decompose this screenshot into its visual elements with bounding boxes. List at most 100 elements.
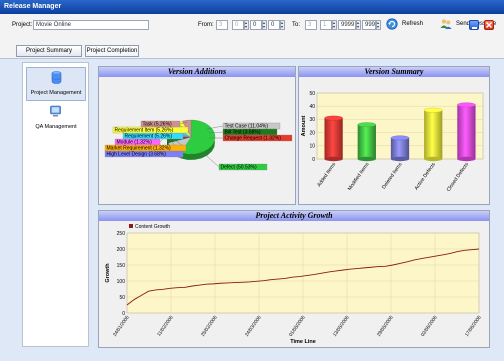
line-y-tick: 50 (119, 295, 125, 301)
from-label: From: (198, 22, 214, 28)
line-y-tick: 100 (117, 279, 126, 285)
refresh-label: Refresh (402, 21, 424, 27)
line-x-tick: 24/03/2006 (244, 314, 263, 337)
pie-label: Defect (50.53%) (221, 165, 257, 171)
line-x-tick: 01/05/2006 (288, 314, 307, 337)
bar (324, 118, 343, 159)
from-year-field[interactable]: 0 (250, 20, 262, 30)
line-y-tick: 150 (117, 263, 126, 269)
line-x-tick: 24/01/2006 (112, 314, 131, 337)
refresh-button[interactable]: Refresh (386, 18, 436, 32)
pie-label: Change Request (1.32%) (225, 136, 282, 142)
to-year-stepper[interactable] (356, 20, 361, 30)
pie-label: Task (5.26%) (143, 122, 173, 128)
bar-base (457, 156, 476, 162)
version-summary-panel: Version Summary 0 10 20 30 40 50 Amount Added I… (298, 66, 490, 205)
bar-base (357, 156, 376, 162)
sidebar: Project Management QA Management (22, 62, 89, 347)
bar-y-tick: 0 (312, 157, 315, 163)
bar (390, 137, 410, 159)
pie-leader-line (200, 150, 220, 168)
line-y-label: Growth (105, 263, 111, 283)
line-x-tick: 29/05/2006 (376, 314, 395, 337)
bar (424, 110, 443, 159)
line-x-tick: 02/06/2006 (420, 314, 439, 337)
bar-category-label: Active Defects (414, 161, 438, 191)
line-y-tick: 0 (122, 311, 125, 317)
legend-label: Content Growth (135, 224, 170, 230)
from-month-field[interactable]: 0 (232, 20, 244, 30)
bar-y-tick: 40 (309, 104, 315, 110)
tab-project-summary[interactable]: Project Summary (16, 45, 82, 57)
sidebar-item-label: Project Management (30, 90, 82, 96)
pie-label: Requirement Item (5.26%) (115, 128, 174, 134)
legend-swatch (129, 224, 133, 228)
from-month-stepper[interactable] (244, 20, 249, 30)
line-y-tick: 250 (117, 231, 126, 237)
bar-y-tick: 20 (309, 130, 315, 136)
bar-y-tick: 50 (309, 91, 315, 97)
refresh-icon (386, 18, 398, 30)
activity-growth-chart: Content Growth 0 50 100 150 200 250 24/01/2006 1… (105, 224, 483, 345)
tab-project-completion[interactable]: Project Completion (85, 45, 139, 57)
activity-growth-title: Project Activity Growth (99, 211, 489, 221)
bar-cap (357, 122, 377, 128)
pie-label: Module (1.32%) (117, 140, 153, 146)
line-x-label: Time Line (290, 339, 316, 345)
to-extra-field[interactable]: 999 (362, 20, 376, 30)
project-label: Project: (12, 22, 33, 28)
bar-category-label: Modified Items (347, 161, 371, 191)
version-additions-panel: Version Additions Defect (50.53%) Test Ca… (98, 66, 296, 205)
bar-base (390, 156, 410, 162)
to-label: To: (292, 22, 301, 28)
version-summary-title: Version Summary (299, 67, 489, 77)
from-day-field[interactable]: 3 (216, 20, 228, 30)
close-icon (486, 22, 492, 28)
bar-cap (390, 135, 410, 141)
bar-base (424, 156, 443, 162)
monitor-icon (50, 105, 61, 117)
minimize-icon (472, 27, 477, 29)
tab-bar: Project Summary Project Completion (0, 44, 504, 59)
database-icon (51, 71, 62, 84)
to-day-field[interactable]: 3 (305, 20, 317, 30)
bar-category-label: Closed Defects (446, 161, 471, 193)
minimize-button[interactable] (469, 20, 479, 30)
bar (457, 104, 476, 159)
pie-label: Requirement (5.26%) (125, 134, 173, 140)
bar-y-label: Amount (301, 115, 307, 136)
line-x-tick: 11/02/2006 (156, 314, 175, 337)
version-additions-title: Version Additions (99, 67, 295, 77)
bar-cap (423, 107, 443, 113)
line-x-tick: 13/05/2006 (332, 314, 351, 337)
from-extra-stepper[interactable] (280, 20, 285, 30)
activity-growth-panel: Project Activity Growth Content Growth 0 5… (98, 210, 490, 348)
to-year-field[interactable]: 9999 (338, 20, 356, 30)
project-field[interactable]: Movie Online (33, 20, 149, 30)
status-bar (0, 353, 504, 361)
bar-cap (457, 102, 476, 108)
to-extra-stepper[interactable] (376, 20, 381, 30)
line-x-tick: 25/02/2006 (200, 314, 219, 337)
line-x-tick: 17/06/2006 (464, 314, 483, 337)
bar-y-tick: 30 (309, 117, 315, 123)
line-y-tick: 200 (117, 247, 126, 253)
filter-bar: Project: Movie Online From: 3 0 0 0 To: … (0, 14, 504, 44)
version-summary-chart: 0 10 20 30 40 50 Amount Added Items Modified Ite… (301, 91, 484, 193)
sidebar-item-project-management[interactable]: Project Management (26, 67, 86, 101)
sidebar-item-label: QA Management (35, 124, 77, 130)
bar (357, 124, 376, 159)
from-year-stepper[interactable] (262, 20, 267, 30)
bar-y-tick: 10 (309, 144, 315, 150)
close-button[interactable] (484, 20, 494, 30)
bar-base (324, 156, 343, 162)
bar-category-label: Added Items (316, 161, 337, 188)
version-additions-chart: Defect (50.53%)Test Case (11.04%)Bill Te… (104, 119, 293, 171)
window-title: Release Manager (0, 0, 504, 14)
sidebar-item-qa-management[interactable]: QA Management (26, 102, 86, 136)
pie-label: High Level Design (3.68%) (107, 152, 167, 158)
to-month-field[interactable]: 1 (320, 20, 332, 30)
to-month-stepper[interactable] (332, 20, 337, 30)
from-extra-field[interactable]: 0 (268, 20, 280, 30)
bar-category-label: Deleted Items (381, 161, 404, 190)
